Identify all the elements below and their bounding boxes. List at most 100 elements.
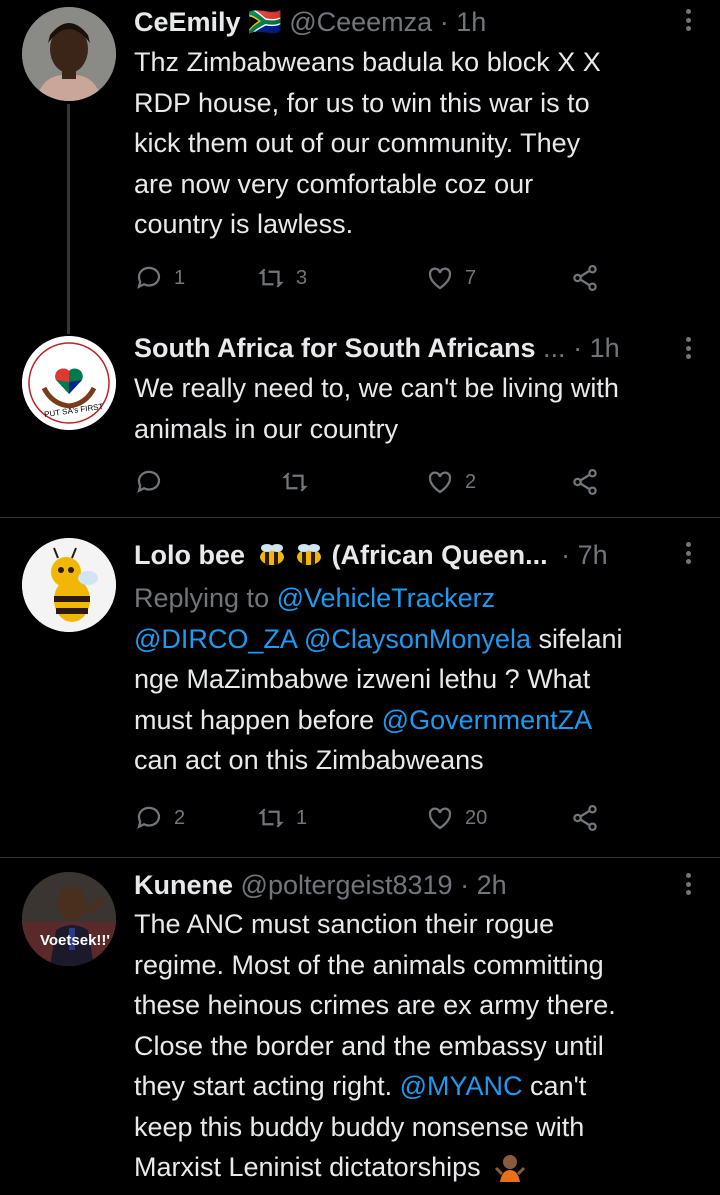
more-options-icon[interactable] [686,337,692,359]
author-name[interactable]: CeEmily [134,7,241,37]
share-icon [573,469,597,495]
text-line: they start acting right. @MYANC can't [134,1066,700,1107]
tweet-text: We really need to, we can't be living wi… [134,368,700,449]
text-fragment: must happen before [134,704,382,735]
author-name-suffix[interactable]: (African Queen... [332,540,548,570]
like-button[interactable]: 7 [425,261,476,295]
heart-icon [428,471,452,494]
avatar-lolo-bee[interactable] [22,538,116,632]
retweet-icon [282,472,308,492]
author-name[interactable]: Kunene [134,870,233,900]
timestamp[interactable]: · 7h [561,540,608,570]
bee-icon [297,544,322,565]
mention-link[interactable]: @ClaysonMonyela [304,624,531,654]
text-line: We really need to, we can't be living wi… [134,373,619,403]
bee-icon [259,544,284,565]
retweet-count: 3 [296,266,308,289]
replying-line: Replying to @VehicleTrackerz [134,578,700,619]
person-shrugging-emoji-icon [495,1155,526,1182]
author-name[interactable]: South Africa for South Africans [134,333,536,363]
reply-button[interactable] [134,465,174,499]
share-button[interactable] [570,465,600,499]
share-icon [573,805,597,831]
text-line: kick them out of our community. They [134,128,581,158]
text-line: animals in our country [134,413,399,444]
reply-icon [137,806,161,829]
like-count: 2 [465,470,477,493]
text-fragment: can't [522,1071,587,1101]
heart-icon [428,267,452,290]
retweet-icon [258,808,284,828]
like-count: 7 [465,266,477,289]
retweet-button[interactable] [280,465,320,499]
replying-to-mention[interactable]: @VehicleTrackerz [277,583,495,613]
text-line: Thz Zimbabweans badula ko block X X [134,47,601,77]
author-handle[interactable]: @poltergeist8319 [241,870,453,900]
thread-line [67,322,70,334]
tweet-text: Thz Zimbabweans badula ko block X X RDP … [134,42,700,245]
author-handle[interactable]: ... [543,333,566,363]
avatar-kunene[interactable]: Voetsek!!' [22,872,116,966]
text-line: regime. Most of the animals committing [134,949,604,980]
reply-button[interactable]: 1 [134,261,185,295]
text-fragment: Marxist Leninist dictatorships [134,1152,481,1182]
avatar-ceemily[interactable] [22,7,116,101]
action-bar: 1 3 7 [134,261,614,295]
retweet-button[interactable]: 3 [256,261,307,295]
reply-button[interactable]: 2 [134,801,185,835]
text-line: keep this buddy buddy nonsense with [134,1111,585,1142]
share-button[interactable] [570,261,600,295]
text-line: these heinous crimes are ex army there. [134,990,616,1020]
text-line: Close the border and the embassy until [134,1030,604,1061]
tweet-header: Lolo bee (African Queen... · 7h [134,537,700,573]
action-bar: 2 [134,465,614,499]
mention-link[interactable]: @DIRCO_ZA [134,624,296,654]
text-line: must happen before @GovernmentZA [134,700,700,741]
text-line: country is lawless. [134,209,354,239]
tweet-header: South Africa for South Africans ... · 1h [134,330,700,366]
text-line: RDP house, for us to win this war is to [134,87,590,118]
more-options-icon[interactable] [686,873,692,895]
replying-to-label: Replying to [134,583,270,613]
more-options-icon[interactable] [686,542,692,564]
text-line: Marxist Leninist dictatorships [134,1147,700,1188]
flag-icon: 🇿🇦 [248,7,282,37]
tweet-header: Kunene @poltergeist8319 · 2h [134,867,700,903]
tweet-south-africa[interactable]: PUT SA's FIRST South Africa for South Af… [0,322,720,517]
reply-icon [137,470,161,493]
retweet-button[interactable]: 1 [256,801,307,835]
like-button[interactable]: 2 [425,465,476,499]
author-name[interactable]: Lolo bee [134,540,245,570]
tweet-ceemily[interactable]: CeEmily 🇿🇦 @Ceeemza · 1h Thz Zimbabweans… [0,0,720,322]
mention-link[interactable]: @GovernmentZA [382,705,592,735]
more-options-icon[interactable] [686,9,692,31]
text-line: can act on this Zimbabweans [134,745,484,775]
timestamp[interactable]: · 1h [573,333,620,363]
text-fragment: they start acting right. [134,1071,400,1101]
text-line: The ANC must sanction their rogue [134,909,555,939]
action-bar: 2 1 20 [134,801,614,835]
tweet-lolo-bee[interactable]: Lolo bee (African Queen... · 7h Replying… [0,518,720,857]
text-line: nge MaZimbabwe izweni lethu ? What [134,664,591,694]
tweet-kunene[interactable]: Voetsek!!' Kunene @poltergeist8319 · 2h … [0,858,720,1195]
timestamp[interactable]: · 2h [460,870,507,900]
like-button[interactable]: 20 [425,801,487,835]
text-line: @DIRCO_ZA @ClaysonMonyela sifelani [134,619,700,660]
thread-line [67,104,70,322]
avatar-text: Voetsek!!' [40,932,110,949]
text-fragment: sifelani [530,623,623,654]
text-line: are now very comfortable coz our [134,168,534,199]
tweet-text: The ANC must sanction their rogue regime… [134,904,700,1188]
tweet-text: Replying to @VehicleTrackerz @DIRCO_ZA @… [134,578,700,781]
timestamp[interactable]: · 1h [440,7,487,37]
reply-count: 1 [174,266,186,289]
retweet-icon [258,268,284,288]
share-icon [573,265,597,291]
tweet-header: CeEmily 🇿🇦 @Ceeemza · 1h [134,4,700,40]
heart-icon [428,807,452,830]
avatar-south-africa[interactable]: PUT SA's FIRST [22,336,116,430]
mention-link[interactable]: @MYANC [400,1071,523,1101]
share-button[interactable] [570,801,600,835]
author-handle[interactable]: @Ceeemza [289,7,432,37]
reply-count: 2 [174,806,186,829]
